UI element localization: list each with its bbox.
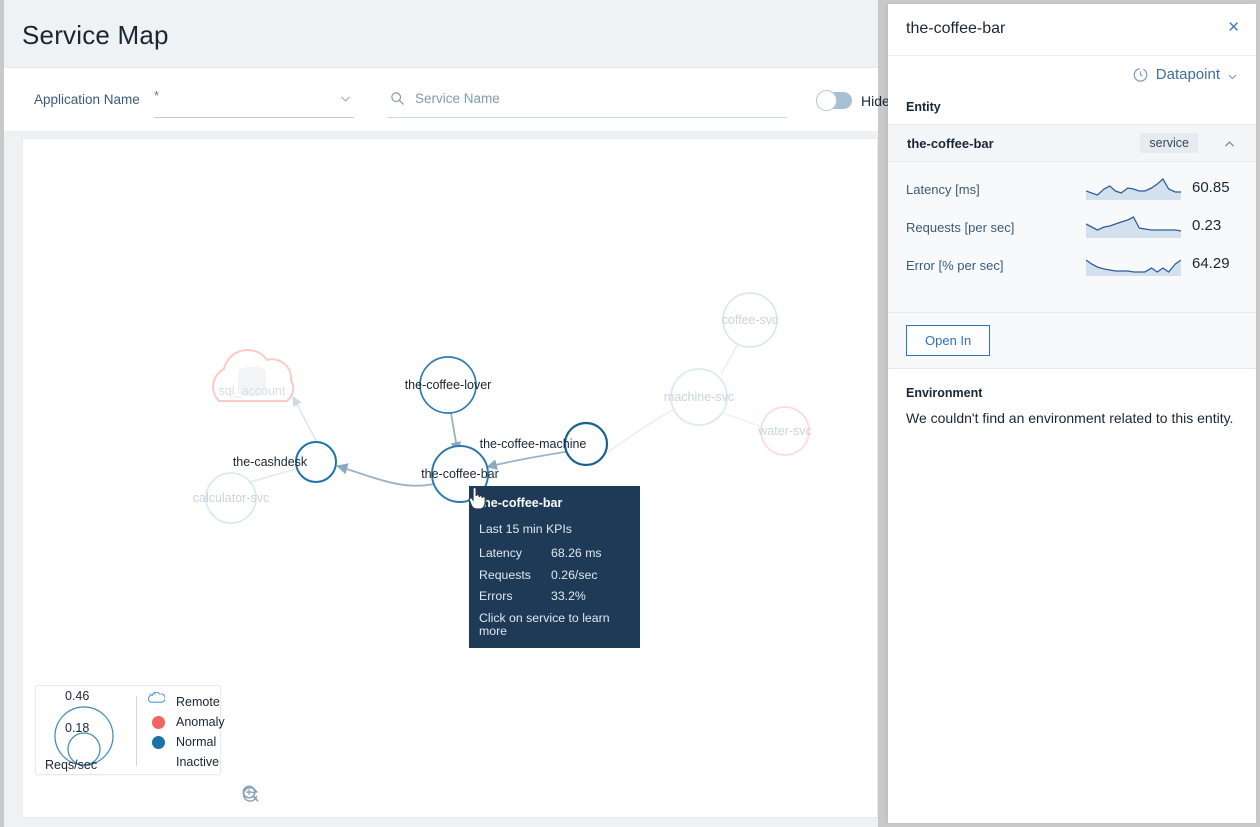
metric-row-error: Error [% per sec] 64.29 <box>888 248 1256 286</box>
graph-legend: 0.46 0.18 Reqs/sec Remote Anomaly Normal… <box>35 685 225 775</box>
entity-section-label: Entity <box>906 100 941 114</box>
chevron-down-icon <box>339 92 352 105</box>
legend-key-anomaly: Anomaly <box>148 712 225 732</box>
application-name-underline <box>154 117 354 118</box>
entity-metrics: Latency [ms] 60.85 Requests [per sec] 0.… <box>888 162 1256 312</box>
tooltip-title: the-coffee-bar <box>479 496 563 510</box>
tooltip-value-latency: 68.26 ms <box>551 546 602 561</box>
legend-keys: Remote Anomaly Normal Inactive <box>148 692 225 772</box>
legend-key-normal: Normal <box>148 732 225 752</box>
metric-value: 60.85 <box>1192 179 1230 196</box>
legend-size-caption: Reqs/sec <box>45 758 98 772</box>
application-name-select[interactable]: Application Name * <box>34 86 354 118</box>
entity-row[interactable]: the-coffee-bar service <box>888 124 1256 162</box>
tooltip-row-errors: Errors 33.2% <box>479 590 630 604</box>
datapoint-label: Datapoint <box>1155 66 1220 83</box>
environment-message: We couldn't find an environment related … <box>906 410 1234 426</box>
legend-key-inactive-label: Inactive <box>176 755 220 769</box>
hide-toggle-label: Hide <box>861 92 890 109</box>
mouse-cursor-pointer-icon <box>467 487 487 511</box>
metric-value: 64.29 <box>1192 255 1230 272</box>
metric-name: Latency [ms] <box>906 182 980 197</box>
node-sql_account <box>212 348 295 402</box>
open-in-section: Open In <box>888 312 1256 368</box>
filter-bar: Application Name * Service Name Hide <box>4 67 890 131</box>
service-map-area: Service Map Application Name * Service N… <box>4 0 890 827</box>
page-title: Service Map <box>22 20 169 50</box>
tooltip-row-latency: Latency 68.26 ms <box>479 547 630 561</box>
tooltip-value-errors: 33.2% <box>551 589 586 604</box>
search-icon <box>390 91 405 106</box>
zoom-in-icon[interactable] <box>242 784 303 803</box>
status-badge: service <box>1140 133 1198 153</box>
node-the-coffee-lover <box>419 356 477 414</box>
environment-section: Environment We couldn't find an environm… <box>888 368 1256 426</box>
hide-toggle-knob[interactable] <box>816 90 837 111</box>
metric-name: Requests [per sec] <box>906 220 1015 235</box>
metric-value: 0.23 <box>1192 217 1222 234</box>
legend-size-small-value: 0.18 <box>65 721 90 735</box>
graph-tools <box>241 784 346 803</box>
open-in-button[interactable]: Open In <box>906 325 991 356</box>
tooltip-key-requests: Requests <box>479 567 531 582</box>
hide-toggle[interactable]: Hide <box>816 90 890 111</box>
datapoint-selector[interactable]: Datapoint <box>1132 66 1238 83</box>
service-map-canvas[interactable]: sql_account the-coffee-lover the-cashdes… <box>22 138 878 818</box>
service-name-search[interactable]: Service Name <box>387 86 787 118</box>
entity-details-panel: the-coffee-bar ✕ Datapoint Entity the-co… <box>888 4 1256 823</box>
hide-toggle-track[interactable] <box>816 90 852 111</box>
search-input-placeholder[interactable]: Service Name <box>415 91 500 106</box>
node-tooltip: the-coffee-bar Last 15 min KPIs Latency … <box>469 486 640 648</box>
environment-title: Environment <box>906 386 983 400</box>
legend-divider <box>136 696 137 766</box>
panel-header: the-coffee-bar ✕ <box>888 4 1256 56</box>
zoom-out-icon[interactable] <box>242 784 346 803</box>
tooltip-row-requests: Requests 0.26/sec <box>479 567 630 583</box>
tooltip-footer: Click on service to learn more <box>479 610 610 639</box>
chevron-down-icon <box>1227 69 1238 80</box>
clock-icon <box>1132 66 1149 83</box>
entity-name: the-coffee-bar <box>907 135 994 151</box>
node-the-coffee-machine <box>563 421 609 467</box>
close-icon[interactable]: ✕ <box>1227 20 1240 35</box>
legend-key-anomaly-label: Anomaly <box>176 715 225 729</box>
node-the-cashdesk <box>295 441 337 483</box>
metric-row-latency: Latency [ms] 60.85 <box>888 172 1256 210</box>
metric-name: Error [% per sec] <box>906 258 1004 273</box>
app-root: Service Map Application Name * Service N… <box>0 0 1260 827</box>
filled-dot-icon <box>148 735 168 749</box>
sparkline-latency <box>1085 178 1181 202</box>
node-calculator-svc <box>205 472 257 524</box>
legend-size-large-value: 0.46 <box>65 689 90 703</box>
legend-key-normal-label: Normal <box>176 735 217 749</box>
node-machine-svc <box>670 368 728 426</box>
panel-title: the-coffee-bar <box>906 20 1006 37</box>
application-name-required-mark: * <box>154 88 160 103</box>
sparkline-requests <box>1085 216 1182 240</box>
datapoint-row: Datapoint <box>888 56 1256 96</box>
tooltip-key-latency: Latency <box>479 546 523 561</box>
page-header: Service Map <box>4 0 878 67</box>
filled-dot-icon <box>148 715 168 729</box>
node-coffee-svc <box>722 292 778 348</box>
search-underline <box>387 117 787 118</box>
metric-row-requests: Requests [per sec] 0.23 <box>888 210 1256 248</box>
tooltip-key-errors: Errors <box>479 589 513 604</box>
tooltip-value-requests: 0.26/sec <box>551 567 598 582</box>
tooltip-subtitle: Last 15 min KPIs <box>479 521 572 536</box>
legend-key-remote-label: Remote <box>176 695 220 709</box>
sparkline-error <box>1085 254 1182 278</box>
node-water-svc <box>760 406 810 456</box>
chevron-up-icon[interactable] <box>1223 138 1236 151</box>
application-name-label: Application Name <box>34 92 140 107</box>
legend-key-inactive: Inactive <box>148 693 225 772</box>
